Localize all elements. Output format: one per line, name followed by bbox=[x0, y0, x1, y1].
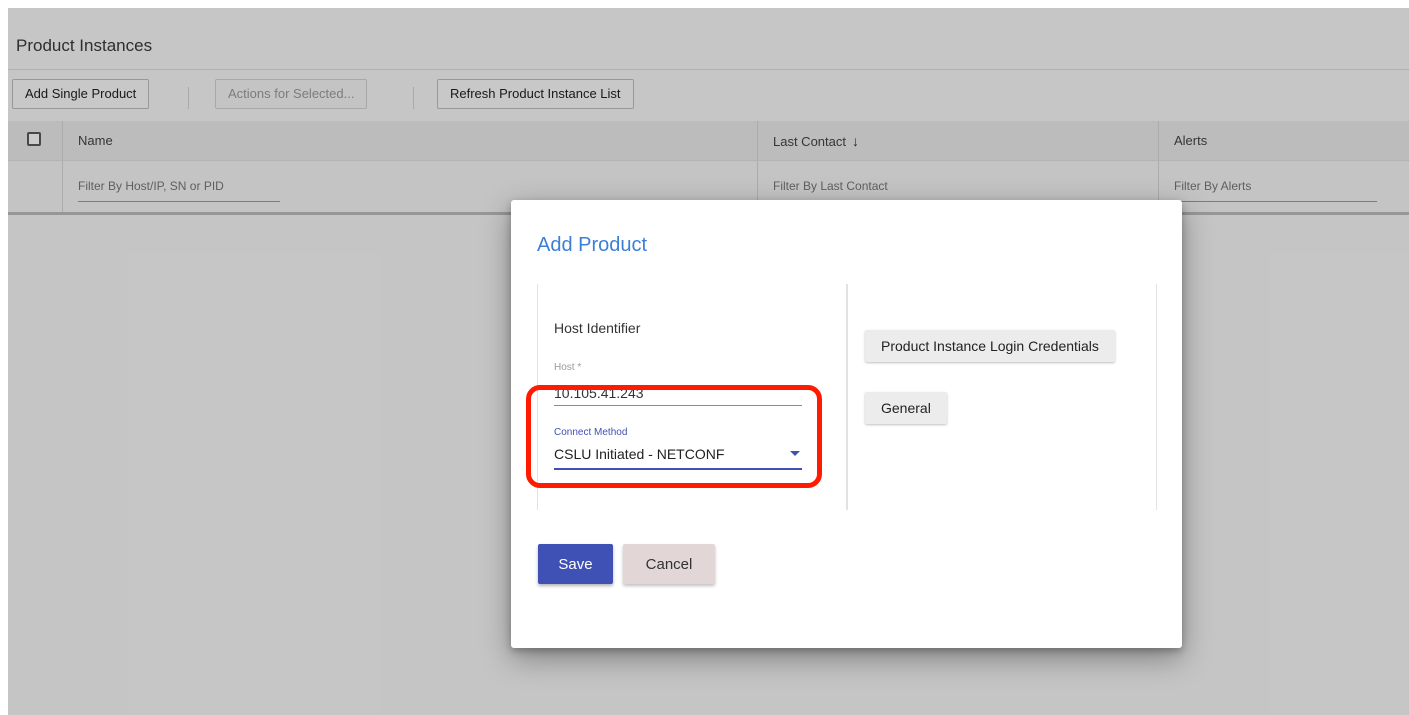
cancel-button[interactable]: Cancel bbox=[623, 544, 715, 584]
options-pane: Product Instance Login Credentials Gener… bbox=[847, 284, 1157, 510]
host-identifier-label: Host Identifier bbox=[554, 320, 641, 336]
highlight-annotation bbox=[526, 385, 822, 488]
login-credentials-button[interactable]: Product Instance Login Credentials bbox=[865, 330, 1115, 362]
dialog-title: Add Product bbox=[537, 234, 648, 256]
general-button[interactable]: General bbox=[865, 392, 947, 424]
host-field-label: Host * bbox=[554, 362, 582, 373]
save-button[interactable]: Save bbox=[538, 544, 613, 584]
